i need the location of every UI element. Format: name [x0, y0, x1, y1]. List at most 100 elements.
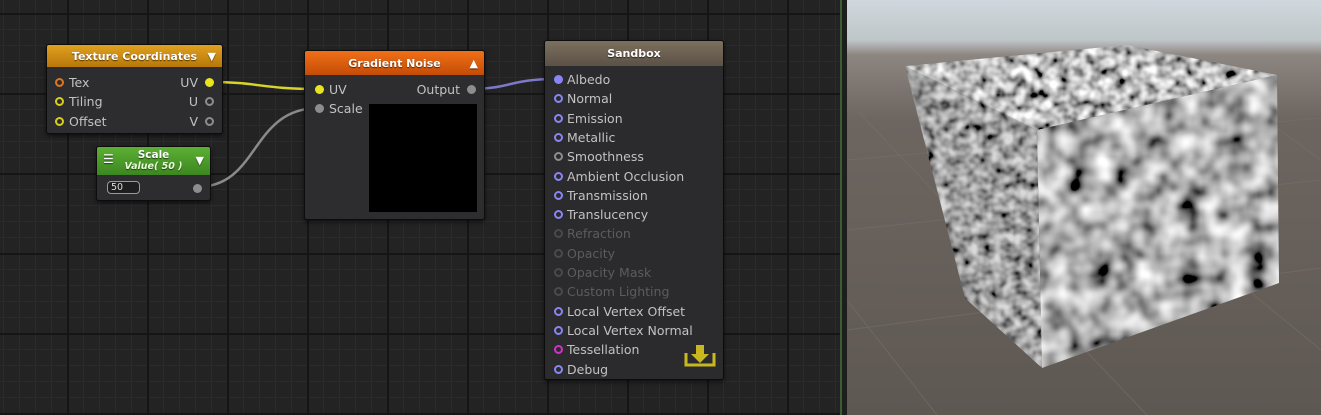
port-scale-in[interactable] — [315, 104, 324, 113]
port-output[interactable] — [467, 85, 476, 94]
sandbox-input-translucency[interactable]: Translucency — [554, 207, 648, 223]
scale-node[interactable]: ☰ Scale Value( 50 ) ▼ 50 — [96, 146, 211, 201]
gradient-noise-header[interactable]: Gradient Noise ▲ — [305, 51, 484, 75]
triangle-down-icon[interactable]: ▼ — [196, 155, 204, 166]
input-tex[interactable]: Tex — [55, 75, 89, 91]
preview-viewport[interactable] — [847, 0, 1321, 415]
panel-divider[interactable] — [840, 0, 847, 415]
input-port[interactable] — [554, 268, 563, 277]
download-tray-icon[interactable] — [684, 343, 716, 369]
port-label: U — [188, 94, 198, 109]
noise-preview — [369, 104, 477, 212]
sandbox-input-transmission[interactable]: Transmission — [554, 188, 648, 204]
scale-header[interactable]: ☰ Scale Value( 50 ) ▼ — [97, 147, 210, 175]
input-scale[interactable]: Scale — [315, 101, 363, 117]
node-title: Sandbox — [607, 47, 661, 60]
port-label: Offset — [69, 114, 107, 129]
port-tex[interactable] — [55, 78, 64, 87]
preview-scene — [847, 45, 1321, 415]
port-label: Scale — [329, 101, 363, 116]
sandbox-input-opacity-mask[interactable]: Opacity Mask — [554, 265, 651, 281]
port-label: Smoothness — [567, 149, 644, 165]
input-port[interactable] — [554, 190, 563, 200]
sandbox-input-ambient-occlusion[interactable]: Ambient Occlusion — [554, 169, 684, 185]
port-v-out[interactable] — [205, 117, 214, 126]
node-title: Texture Coordinates — [71, 49, 198, 63]
input-port[interactable] — [554, 325, 563, 335]
node-title: Scale — [137, 149, 170, 161]
input-port[interactable] — [554, 94, 563, 104]
port-uv-out[interactable] — [205, 78, 214, 87]
port-label: UV — [180, 75, 198, 90]
sandbox-input-refraction[interactable]: Refraction — [554, 226, 631, 242]
input-uv[interactable]: UV — [315, 82, 347, 98]
scale-value-field[interactable]: 50 — [107, 181, 140, 194]
port-label: Metallic — [567, 129, 616, 145]
port-label: Local Vertex Offset — [567, 303, 686, 319]
sandbox-header[interactable]: Sandbox — [545, 41, 723, 66]
port-label: Tiling — [69, 94, 103, 109]
input-tiling[interactable]: Tiling — [55, 94, 103, 110]
input-port[interactable] — [554, 152, 563, 162]
sandbox-input-emission[interactable]: Emission — [554, 111, 623, 127]
port-scale-out[interactable] — [193, 184, 202, 193]
triangle-up-icon[interactable]: ▲ — [470, 57, 478, 70]
sandbox-input-normal[interactable]: Normal — [554, 91, 612, 107]
output-uv[interactable]: UV — [180, 75, 214, 91]
port-label: Albedo — [567, 72, 611, 87]
input-offset[interactable]: Offset — [55, 114, 107, 130]
node-subtitle: Value( 50 ) — [124, 161, 183, 172]
port-label: Emission — [567, 110, 623, 126]
sandbox-input-smoothness[interactable]: Smoothness — [554, 149, 644, 165]
input-port[interactable] — [554, 229, 563, 239]
port-label: Ambient Occlusion — [567, 168, 685, 184]
input-port[interactable] — [554, 171, 563, 181]
input-port[interactable] — [554, 345, 563, 355]
input-port[interactable] — [554, 364, 563, 374]
sandbox-input-custom-lighting[interactable]: Custom Lighting — [554, 284, 669, 300]
input-port[interactable] — [554, 132, 563, 142]
sandbox-input-tessellation[interactable]: Tessellation — [554, 342, 639, 358]
sandbox-input-albedo[interactable]: Albedo — [554, 72, 610, 88]
texture-coordinates-node[interactable]: Texture Coordinates ▼ Tex Tiling Offset … — [46, 44, 223, 134]
port-tiling[interactable] — [55, 97, 64, 106]
sandbox-master-node[interactable]: Sandbox Albedo Normal Emission Metallic Smoo… — [544, 40, 724, 380]
port-label: Transmission — [567, 187, 648, 203]
gradient-noise-node[interactable]: Gradient Noise ▲ UV Scale Output — [304, 50, 485, 220]
port-label: V — [189, 114, 198, 129]
port-label: UV — [329, 82, 347, 97]
input-port[interactable] — [554, 75, 563, 84]
input-port[interactable] — [554, 210, 563, 220]
port-label: Opacity Mask — [567, 265, 652, 280]
triangle-down-icon[interactable]: ▼ — [208, 50, 216, 63]
input-port[interactable] — [554, 113, 563, 123]
node-graph-canvas[interactable]: Texture Coordinates ▼ Tex Tiling Offset … — [0, 0, 840, 415]
wire-uv-to-uv — [208, 80, 320, 91]
sandbox-input-local-vertex-normal[interactable]: Local Vertex Normal — [554, 323, 693, 339]
port-offset[interactable] — [55, 117, 64, 126]
port-label: Tex — [69, 75, 90, 90]
input-port[interactable] — [554, 287, 563, 297]
output-output[interactable]: Output — [417, 82, 476, 98]
port-uv-in[interactable] — [315, 85, 324, 94]
node-title: Gradient Noise — [348, 56, 441, 70]
port-label: Opacity — [567, 245, 616, 261]
input-port[interactable] — [554, 248, 563, 258]
sandbox-input-metallic[interactable]: Metallic — [554, 130, 615, 146]
port-label: Debug — [567, 361, 609, 377]
port-label: Tessellation — [567, 342, 640, 358]
port-label: Local Vertex Normal — [567, 322, 693, 338]
port-label: Custom Lighting — [567, 284, 670, 300]
input-port[interactable] — [554, 306, 563, 316]
sandbox-input-local-vertex-offset[interactable]: Local Vertex Offset — [554, 304, 685, 320]
output-u[interactable]: U — [189, 94, 214, 110]
texture-coordinates-header[interactable]: Texture Coordinates ▼ — [47, 45, 222, 67]
sandbox-input-debug[interactable]: Debug — [554, 362, 608, 378]
sandbox-input-opacity[interactable]: Opacity — [554, 246, 615, 262]
port-u-out[interactable] — [205, 97, 214, 106]
port-label: Translucency — [567, 207, 649, 223]
hamburger-icon[interactable]: ☰ — [103, 153, 114, 165]
port-label: Refraction — [567, 226, 631, 242]
port-label: Output — [416, 82, 460, 97]
output-v[interactable]: V — [189, 114, 214, 130]
